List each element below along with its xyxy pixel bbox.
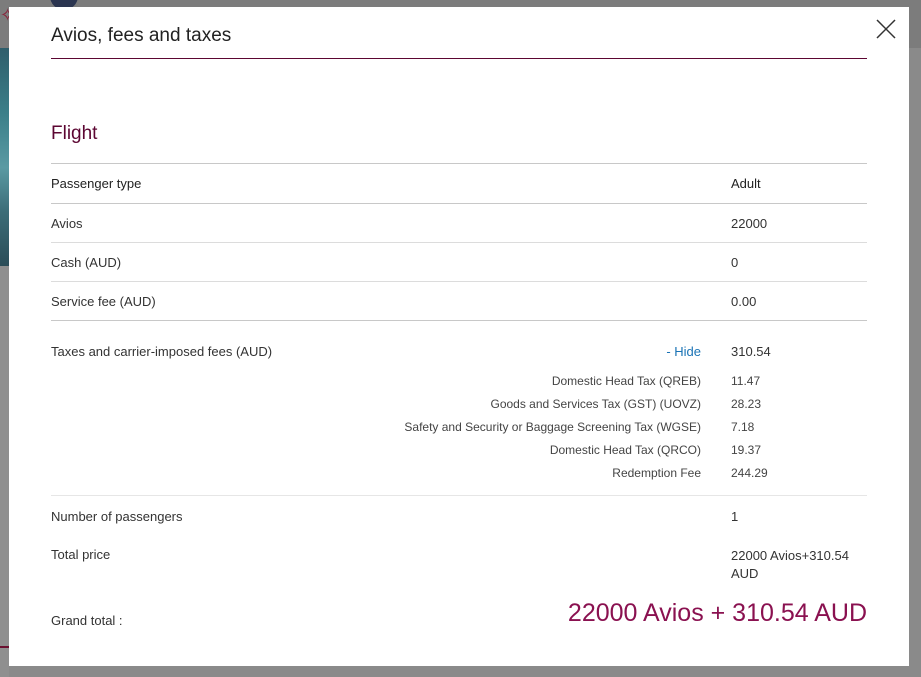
tax-name: Safety and Security or Baggage Screening… bbox=[404, 420, 701, 434]
tax-breakdown-list: Domestic Head Tax (QREB) 11.47 Goods and… bbox=[51, 374, 867, 489]
service-fee-value: 0.00 bbox=[731, 294, 757, 309]
background-hero-image bbox=[0, 48, 9, 266]
list-item: Safety and Security or Baggage Screening… bbox=[51, 420, 867, 443]
tax-name: Domestic Head Tax (QRCO) bbox=[549, 443, 701, 457]
taxes-row: Taxes and carrier-imposed fees (AUD) - H… bbox=[51, 320, 867, 495]
table-header-row: Passenger type Adult bbox=[51, 163, 867, 203]
title-divider bbox=[51, 58, 867, 59]
background-link-underline bbox=[0, 646, 9, 648]
grand-total-label: Grand total : bbox=[51, 613, 123, 628]
tax-value: 28.23 bbox=[731, 397, 762, 411]
service-fee-label: Service fee (AUD) bbox=[51, 294, 156, 309]
taxes-value: 310.54 bbox=[731, 344, 771, 359]
total-price-label: Total price bbox=[51, 547, 111, 562]
cash-value: 0 bbox=[731, 255, 739, 270]
tax-value: 19.37 bbox=[731, 443, 762, 457]
avios-label: Avios bbox=[51, 216, 83, 231]
tax-value: 244.29 bbox=[731, 466, 768, 480]
total-price-value: 22000 Avios+310.54 AUD bbox=[731, 548, 849, 581]
grand-total-amount: 22000 Avios + 310.54 AUD bbox=[567, 599, 867, 627]
tax-value: 11.47 bbox=[731, 374, 761, 388]
tax-value: 7.18 bbox=[731, 420, 755, 434]
tax-name: Goods and Services Tax (GST) (UOVZ) bbox=[490, 397, 701, 411]
close-button[interactable] bbox=[875, 18, 897, 40]
taxes-label: Taxes and carrier-imposed fees (AUD) bbox=[51, 344, 273, 359]
fare-breakdown-table: Passenger type Adult Avios 22000 Cash (A… bbox=[51, 163, 867, 645]
tax-name: Domestic Head Tax (QREB) bbox=[551, 374, 701, 388]
background-content bbox=[0, 266, 9, 677]
total-price-row: Total price 22000 Avios+310.54 AUD bbox=[51, 535, 867, 595]
fees-modal: Avios, fees and taxes Flight Passenger t… bbox=[9, 7, 909, 666]
cash-label: Cash (AUD) bbox=[51, 255, 122, 270]
passengers-label: Number of passengers bbox=[51, 509, 183, 524]
modal-title: Avios, fees and taxes bbox=[51, 25, 232, 46]
table-row: Service fee (AUD) 0.00 bbox=[51, 281, 867, 320]
avios-value: 22000 bbox=[731, 216, 768, 231]
list-item: Domestic Head Tax (QRCO) 19.37 bbox=[51, 443, 867, 466]
list-item: Goods and Services Tax (GST) (UOVZ) 28.2… bbox=[51, 397, 867, 420]
passenger-type-label: Passenger type bbox=[51, 176, 142, 191]
table-row: Cash (AUD) 0 bbox=[51, 242, 867, 281]
list-item: Domestic Head Tax (QREB) 11.47 bbox=[51, 374, 867, 397]
passengers-row: Number of passengers 1 bbox=[51, 495, 867, 535]
passengers-value: 1 bbox=[731, 509, 739, 524]
table-row: Avios 22000 bbox=[51, 203, 867, 242]
passenger-type-value: Adult bbox=[731, 176, 761, 191]
list-item: Redemption Fee 244.29 bbox=[51, 466, 867, 489]
hide-taxes-link[interactable]: - Hide bbox=[666, 344, 701, 359]
tax-name: Redemption Fee bbox=[612, 466, 701, 480]
grand-total-row: Grand total : 22000 Avios + 310.54 AUD bbox=[51, 595, 867, 645]
close-icon bbox=[876, 19, 896, 39]
section-title-flight: Flight bbox=[51, 123, 98, 144]
